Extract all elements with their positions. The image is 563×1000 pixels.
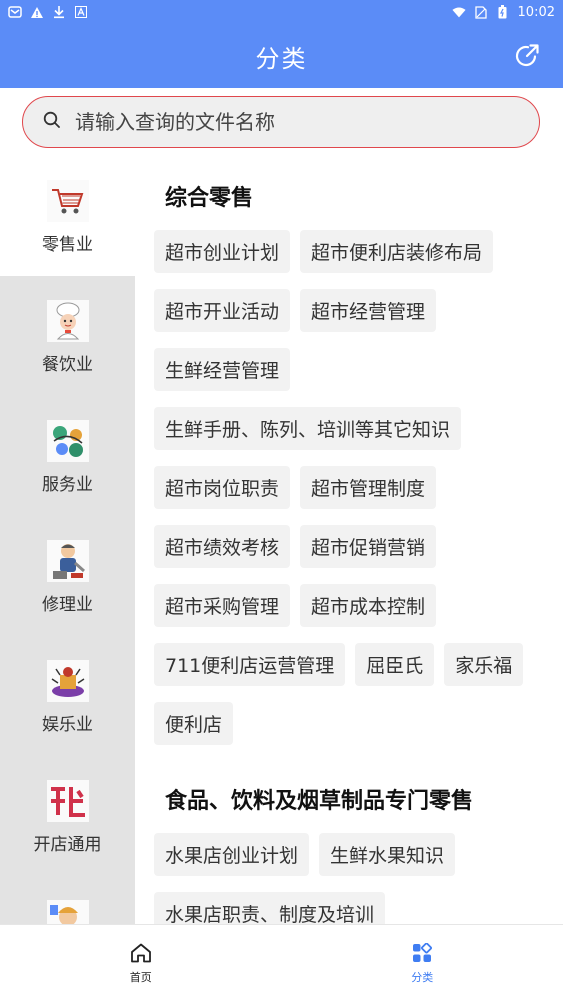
service-icon <box>46 420 89 462</box>
sidebar-item-retail[interactable]: 零售业 <box>0 156 135 276</box>
sim-icon <box>474 5 488 19</box>
tag-item[interactable]: 超市绩效考核 <box>154 525 291 568</box>
status-time: 10:02 <box>517 4 555 20</box>
page-title: 分类 <box>255 44 308 73</box>
category-sidebar: 零售业 餐饮业 服务业 修理业 娱乐业 开店通用 <box>0 156 135 924</box>
tag-item[interactable]: 家乐福 <box>444 643 524 686</box>
tag-item[interactable]: 超市经营管理 <box>300 289 437 332</box>
sidebar-item-label: 修理业 <box>42 595 93 615</box>
tag-item[interactable]: 便利店 <box>154 702 234 745</box>
sidebar-item-catering[interactable]: 餐饮业 <box>0 276 135 396</box>
sidebar-item-label: 零售业 <box>42 235 93 255</box>
tag-item[interactable]: 超市成本控制 <box>300 584 437 627</box>
repairman-icon <box>46 540 89 582</box>
section-title: 综合零售 <box>165 186 254 211</box>
sidebar-item-entertainment[interactable]: 娱乐业 <box>0 636 135 756</box>
battery-icon <box>496 5 510 19</box>
person-icon <box>46 900 89 924</box>
wifi-icon <box>451 5 466 19</box>
sidebar-item-service[interactable]: 服务业 <box>0 396 135 516</box>
nav-home-label: 首页 <box>129 971 152 984</box>
mail-icon <box>8 5 22 19</box>
nav-home[interactable]: 首页 <box>0 925 282 1000</box>
home-icon <box>130 943 152 967</box>
sidebar-item-open-store[interactable]: 开店通用 <box>0 756 135 876</box>
warning-icon <box>30 5 44 19</box>
tag-item[interactable]: 水果店创业计划 <box>154 833 310 876</box>
section-title: 食品、饮料及烟草制品专门零售 <box>165 789 474 814</box>
nav-category-label: 分类 <box>411 971 434 984</box>
open-store-icon <box>46 780 89 822</box>
share-icon[interactable] <box>513 42 541 70</box>
nav-category[interactable]: 分类 <box>282 925 563 1000</box>
status-bar: 10:02 <box>0 0 563 24</box>
download-icon <box>52 5 66 19</box>
a-icon <box>74 5 88 19</box>
category-grid-icon <box>412 942 433 967</box>
tag-item[interactable]: 超市便利店装修布局 <box>300 230 494 273</box>
tag-item[interactable]: 生鲜手册、陈列、培训等其它知识 <box>154 407 462 450</box>
tag-item[interactable]: 超市开业活动 <box>154 289 291 332</box>
entertainment-icon <box>46 660 89 702</box>
sidebar-item-label: 餐饮业 <box>42 355 93 375</box>
sidebar-item-more[interactable] <box>0 876 135 924</box>
search-icon <box>43 111 61 133</box>
sidebar-item-label: 服务业 <box>42 475 93 495</box>
tag-list: 超市创业计划 超市便利店装修布局 超市开业活动 超市经营管理 生鲜经营管理 生鲜… <box>154 230 563 745</box>
sidebar-item-label: 娱乐业 <box>42 715 93 735</box>
search-input[interactable] <box>75 110 495 134</box>
sidebar-item-repair[interactable]: 修理业 <box>0 516 135 636</box>
tag-item[interactable]: 711便利店运营管理 <box>154 643 346 686</box>
shopping-cart-icon <box>46 180 89 222</box>
tag-item[interactable]: 超市采购管理 <box>154 584 291 627</box>
tag-item[interactable]: 屈臣氏 <box>355 643 435 686</box>
tag-item[interactable]: 生鲜经营管理 <box>154 348 291 391</box>
app-bar: 分类 <box>0 24 563 88</box>
tag-item[interactable]: 生鲜水果知识 <box>319 833 456 876</box>
tag-list: 水果店创业计划 生鲜水果知识 水果店职责、制度及培训 <box>154 833 563 924</box>
tag-item[interactable]: 超市创业计划 <box>154 230 291 273</box>
search-bar[interactable] <box>22 96 540 148</box>
category-content: 综合零售 超市创业计划 超市便利店装修布局 超市开业活动 超市经营管理 生鲜经营… <box>135 156 563 924</box>
tag-item[interactable]: 超市管理制度 <box>300 466 437 509</box>
bottom-nav: 首页 分类 <box>0 924 563 1000</box>
tag-item[interactable]: 超市促销营销 <box>300 525 437 568</box>
tag-item[interactable]: 水果店职责、制度及培训 <box>154 892 386 924</box>
chef-icon <box>46 300 89 342</box>
sidebar-item-label: 开店通用 <box>33 835 102 855</box>
tag-item[interactable]: 超市岗位职责 <box>154 466 291 509</box>
